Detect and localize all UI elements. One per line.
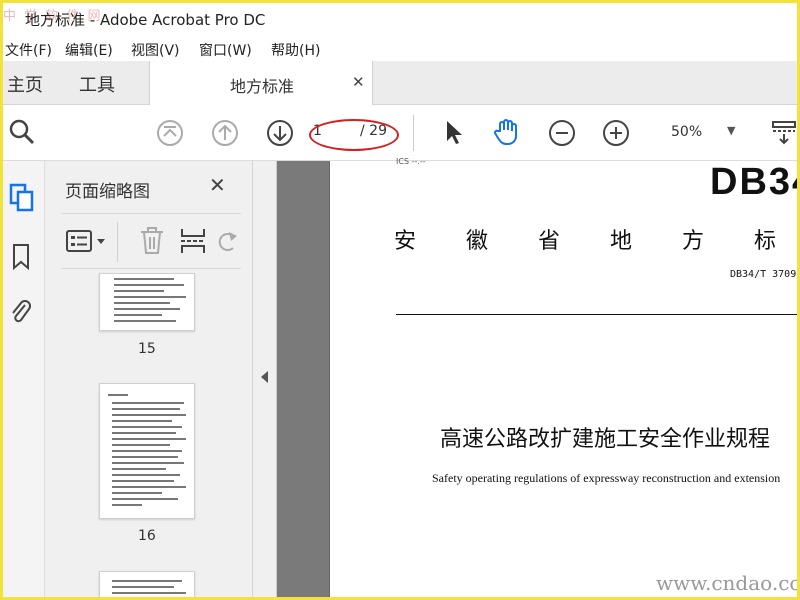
text-line [112,456,178,458]
text-line [112,492,162,494]
page-thumbnails-icon[interactable] [9,183,35,213]
heading-char: 方 [682,229,705,254]
page-thumbnail[interactable] [99,383,195,519]
window-title: 地方标准 - Adobe Acrobat Pro DC [25,11,266,29]
rotate-page-icon[interactable] [215,226,239,256]
zoom-in-icon[interactable] [601,118,631,148]
menu-edit[interactable]: 编辑(E) [65,40,113,60]
first-page-icon[interactable] [155,118,185,148]
ics-code: ICS --.-- [396,157,426,166]
text-line [114,278,174,280]
text-line [112,504,142,506]
text-line [112,420,172,422]
close-panel-icon[interactable]: ✕ [209,173,226,197]
text-line [112,432,176,434]
document-view[interactable]: ICS --.-- DB34 安 徽 省 地 方 标 DB34/T 3709 高… [277,157,797,597]
text-line [112,402,184,404]
chevron-down-icon: ▼ [727,124,736,137]
text-line [114,308,180,310]
text-line [112,414,186,416]
navigation-rail [3,161,45,597]
red-highlight-oval [309,119,399,151]
text-line [112,580,182,582]
thumbnail-page-number: 15 [138,341,156,357]
text-line [112,408,180,410]
search-icon[interactable] [7,117,37,147]
options-menu-icon[interactable] [65,228,109,254]
tab-document[interactable]: 地方标准 ✕ [149,61,373,105]
text-line [112,474,180,476]
next-page-icon[interactable] [265,118,295,148]
text-line [108,394,128,396]
tab-tools[interactable]: 工具 [79,71,115,97]
text-line [114,314,162,316]
menu-view[interactable]: 视图(V) [131,40,180,60]
page-thumbnail[interactable] [99,571,195,597]
tab-document-label: 地方标准 [230,77,295,96]
thumbnails-panel: 页面缩略图 ✕ 15 16 [45,161,287,597]
tab-bar: 主页 工具 地方标准 ✕ [3,61,797,105]
menu-window[interactable]: 窗口(W) [199,40,252,60]
pdf-page: ICS --.-- DB34 安 徽 省 地 方 标 DB34/T 3709 高… [329,157,797,597]
text-line [112,486,186,488]
select-cursor-icon[interactable] [439,117,469,147]
heading-char: 安 [394,229,417,254]
text-line [112,468,166,470]
text-line [112,462,184,464]
zoom-value: 50% [671,124,703,140]
standard-number: DB34/T 3709 [730,269,797,280]
menu-bar: 文件(F) 编辑(E) 视图(V) 窗口(W) 帮助(H) [3,35,797,61]
menu-file[interactable]: 文件(F) [5,40,52,60]
document-title-en: Safety operating regulations of expressw… [432,471,781,485]
extract-pages-icon[interactable] [179,226,207,256]
text-line [114,302,170,304]
thumbnail-page-number: 16 [138,528,156,544]
collapse-arrow-icon [261,371,268,383]
text-line [114,290,164,292]
text-line [114,320,176,322]
attachment-icon[interactable] [9,297,33,327]
panel-title: 页面缩略图 [65,182,150,202]
heading-char: 徽 [466,229,489,254]
close-tab-icon[interactable]: ✕ [352,73,365,91]
toolbar: 1 / 29 50% ▼ [3,105,799,161]
heading-char: 标 [754,229,777,254]
text-line [112,480,174,482]
panel-collapse-handle[interactable] [253,161,277,597]
bookmark-icon[interactable] [11,243,31,271]
toolbar-divider [413,115,414,151]
document-title-cn: 高速公路改扩建施工安全作业规程 [440,427,771,452]
text-line [112,498,178,500]
previous-page-icon[interactable] [210,118,240,148]
delete-page-icon[interactable] [139,226,165,256]
scroll-mode-icon[interactable] [769,117,799,147]
zoom-dropdown[interactable]: 50% ▼ [659,121,745,147]
tab-home[interactable]: 主页 [7,71,43,97]
standard-logo: DB34 [710,161,797,203]
panel-toolbar-divider [117,222,118,262]
text-line [112,438,186,440]
text-line [112,450,182,452]
heading-char: 省 [538,229,561,254]
panel-toolbar [61,213,241,269]
header-rule [396,314,797,315]
text-line [112,592,186,594]
text-line [112,586,174,588]
acrobat-window: 中 学 软 件 网 地方标准 - Adobe Acrobat Pro DC 文件… [0,0,800,600]
text-line [112,426,182,428]
heading-char: 地 [610,229,633,254]
menu-help[interactable]: 帮助(H) [271,40,320,60]
title-bar: 中 学 软 件 网 地方标准 - Adobe Acrobat Pro DC [3,3,797,33]
hand-tool-icon[interactable] [491,117,521,147]
zoom-out-icon[interactable] [547,118,577,148]
text-line [114,284,184,286]
site-watermark-bottom: www.cndao.com [656,571,797,595]
page-thumbnail[interactable] [99,273,195,331]
text-line [114,296,186,298]
text-line [112,444,170,446]
